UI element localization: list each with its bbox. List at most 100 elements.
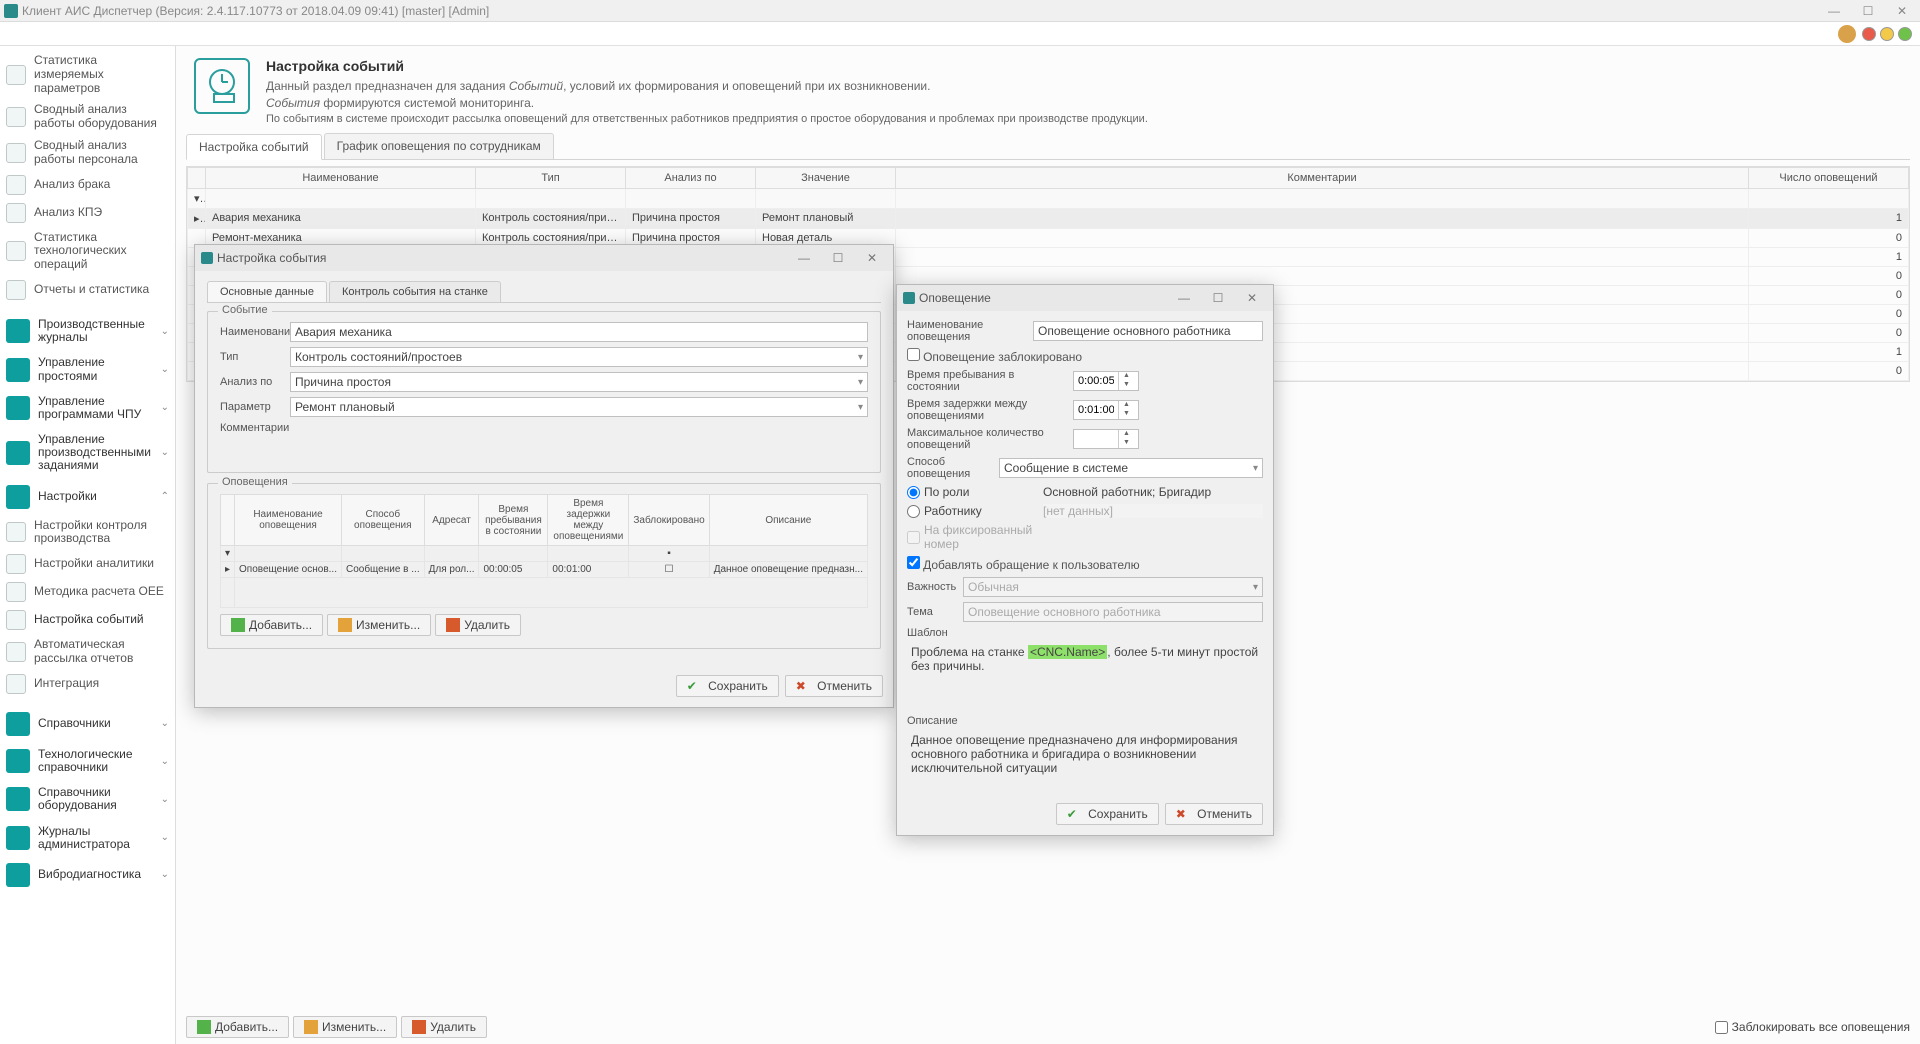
nav-defect-analysis[interactable]: Анализ брака xyxy=(0,171,175,199)
spin-down-icon[interactable]: ▼ xyxy=(1119,381,1134,390)
notif-name-input[interactable]: Оповещение основного работника xyxy=(1033,321,1263,341)
event-comment-input[interactable] xyxy=(220,436,868,460)
event-name-input[interactable]: Авария механика xyxy=(290,322,868,342)
group-vibro[interactable]: Вибродиагностика⌄ xyxy=(0,857,175,893)
window-maximize[interactable]: ☐ xyxy=(1854,3,1882,19)
col[interactable]: Наименование оповещения xyxy=(235,495,342,546)
template-textarea[interactable]: Проблема на станке <CNC.Name>, более 5-т… xyxy=(907,641,1263,711)
delete-notif-button[interactable]: Удалить xyxy=(435,614,521,636)
dialog-minimize[interactable]: — xyxy=(789,251,819,265)
dialog-close[interactable]: ✕ xyxy=(857,251,887,265)
col-notif-count[interactable]: Число оповещений xyxy=(1749,167,1909,188)
dialog-maximize[interactable]: ☐ xyxy=(1203,291,1233,305)
user-status-icon[interactable] xyxy=(1838,25,1856,43)
label-type: Тип xyxy=(220,351,284,363)
save-button[interactable]: ✔ Сохранить xyxy=(1056,803,1159,825)
col[interactable]: Заблокировано xyxy=(629,495,709,546)
col-comment[interactable]: Комментарии xyxy=(896,167,1749,188)
spin-up-icon[interactable]: ▲ xyxy=(1119,401,1134,410)
window-close[interactable]: ✕ xyxy=(1888,3,1916,19)
col-analysis[interactable]: Анализ по xyxy=(626,167,756,188)
group-admin-logs[interactable]: Журналы администратора⌄ xyxy=(0,819,175,857)
tab-notify-schedule[interactable]: График оповещения по сотрудникам xyxy=(324,133,554,159)
dialog-titlebar[interactable]: Настройка события — ☐ ✕ xyxy=(195,245,893,271)
save-button[interactable]: ✔ Сохранить xyxy=(676,675,779,697)
spin-down-icon[interactable]: ▼ xyxy=(1119,439,1134,448)
dialog-maximize[interactable]: ☐ xyxy=(823,251,853,265)
group-downtime[interactable]: Управление простоями⌄ xyxy=(0,350,175,388)
gcode-icon xyxy=(6,396,30,420)
tab-events-settings[interactable]: Настройка событий xyxy=(186,134,322,160)
dtab-main[interactable]: Основные данные xyxy=(207,281,327,302)
spin-up-icon[interactable]: ▲ xyxy=(1119,430,1134,439)
col-value[interactable]: Значение xyxy=(756,167,896,188)
add-notif-button[interactable]: Добавить... xyxy=(220,614,323,636)
personal-checkbox[interactable] xyxy=(907,556,920,569)
col[interactable]: Время задержки между оповещениями xyxy=(548,495,629,546)
event-type-select[interactable]: Контроль состояний/простоев xyxy=(290,347,868,367)
fixed-num-checkbox xyxy=(907,531,920,544)
group-tech-ref[interactable]: Технологические справочники⌄ xyxy=(0,742,175,780)
add-button[interactable]: Добавить... xyxy=(186,1016,289,1038)
window-minimize[interactable]: — xyxy=(1820,3,1848,19)
filter-row[interactable]: ▾ xyxy=(188,188,1909,208)
max-count-spinner[interactable]: ▲▼ xyxy=(1073,429,1139,449)
col-name[interactable]: Наименование xyxy=(206,167,476,188)
nav-kpi-analysis[interactable]: Анализ КПЭ xyxy=(0,199,175,227)
col[interactable]: Время пребывания в состоянии xyxy=(479,495,548,546)
chevron-down-icon: ⌄ xyxy=(161,869,169,880)
group-tasks[interactable]: Управление производственными заданиями⌄ xyxy=(0,427,175,479)
col[interactable]: Адресат xyxy=(424,495,479,546)
status-strip xyxy=(0,22,1920,46)
radio-by-role[interactable] xyxy=(907,486,920,499)
nav-control-settings[interactable]: Настройки контроля производства xyxy=(0,515,175,551)
event-analysis-select[interactable]: Причина простоя xyxy=(290,372,868,392)
nav-events-settings[interactable]: Настройка событий xyxy=(0,606,175,634)
block-all-checkbox[interactable]: Заблокировать все оповещения xyxy=(1715,1020,1910,1034)
nav-oee-method[interactable]: Методика расчета OEE xyxy=(0,578,175,606)
dialog-minimize[interactable]: — xyxy=(1169,291,1199,305)
col-type[interactable]: Тип xyxy=(476,167,626,188)
nav-reports[interactable]: Отчеты и статистика xyxy=(0,276,175,304)
dtab-machine-control[interactable]: Контроль события на станке xyxy=(329,281,501,302)
nav-equip-analysis[interactable]: Сводный анализ работы оборудования xyxy=(0,99,175,135)
nav-analytics-settings[interactable]: Настройки аналитики xyxy=(0,550,175,578)
nav-integration[interactable]: Интеграция xyxy=(0,670,175,698)
delay-time-spinner[interactable]: ▲▼ xyxy=(1073,400,1139,420)
group-ref[interactable]: Справочники⌄ xyxy=(0,706,175,742)
spin-up-icon[interactable]: ▲ xyxy=(1119,372,1134,381)
table-row[interactable]: ▸Оповещение основ...Сообщение в ...Для р… xyxy=(221,562,868,578)
blocked-checkbox[interactable] xyxy=(907,348,920,361)
group-prod-journals[interactable]: Производственные журналы⌄ xyxy=(0,312,175,350)
nav-tech-stats[interactable]: Статистика технологических операций xyxy=(0,227,175,276)
desc-textarea[interactable]: Данное оповещение предназначено для инфо… xyxy=(907,729,1263,789)
cancel-button[interactable]: ✖ Отменить xyxy=(785,675,883,697)
table-row[interactable] xyxy=(221,578,868,608)
nav-personnel-analysis[interactable]: Сводный анализ работы персонала xyxy=(0,135,175,171)
nav-stat-params[interactable]: Статистика измеряемых параметров xyxy=(0,50,175,99)
col[interactable]: Способ оповещения xyxy=(341,495,424,546)
group-settings[interactable]: Настройки⌃ xyxy=(0,479,175,515)
radio-worker[interactable] xyxy=(907,505,920,518)
journal-icon xyxy=(6,319,30,343)
dialog-close[interactable]: ✕ xyxy=(1237,291,1267,305)
group-equip-ref[interactable]: Справочники оборудования⌄ xyxy=(0,780,175,818)
col[interactable]: Описание xyxy=(709,495,867,546)
cancel-button[interactable]: ✖ Отменить xyxy=(1165,803,1263,825)
event-param-select[interactable]: Ремонт плановый xyxy=(290,397,868,417)
edit-notif-button[interactable]: Изменить... xyxy=(327,614,431,636)
nav-auto-reports[interactable]: Автоматическая рассылка отчетов xyxy=(0,634,175,670)
table-row[interactable]: ▸Авария механикаКонтроль состояния/причи… xyxy=(188,208,1909,228)
filter-row[interactable]: ▾▪ xyxy=(221,546,868,562)
edit-button[interactable]: Изменить... xyxy=(293,1016,397,1038)
dialog-titlebar[interactable]: Оповещение — ☐ ✕ xyxy=(897,285,1273,311)
group-cnc[interactable]: Управление программами ЧПУ⌄ xyxy=(0,389,175,427)
spin-down-icon[interactable]: ▼ xyxy=(1119,410,1134,419)
stay-time-spinner[interactable]: ▲▼ xyxy=(1073,371,1139,391)
method-select[interactable]: Сообщение в системе xyxy=(999,458,1263,478)
notifications-grid[interactable]: Наименование оповещения Способ оповещени… xyxy=(220,494,868,608)
delete-button[interactable]: Удалить xyxy=(401,1016,487,1038)
oee-icon xyxy=(6,582,26,602)
bell-icon xyxy=(6,610,26,630)
role-select[interactable]: Основной работник; Бригадир xyxy=(1043,485,1263,499)
